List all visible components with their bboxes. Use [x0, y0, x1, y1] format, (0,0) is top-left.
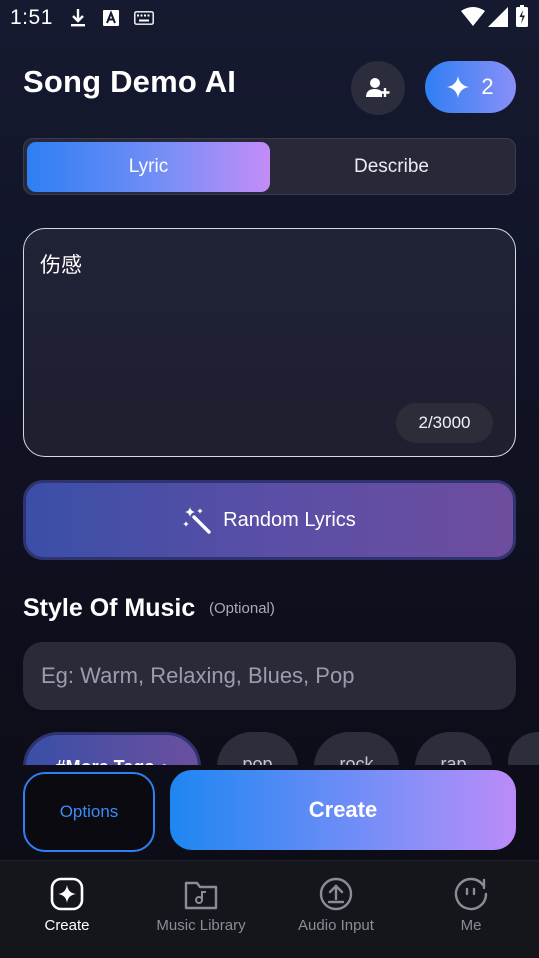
- random-lyrics-label: Random Lyrics: [223, 508, 356, 531]
- nav-label: Audio Input: [298, 917, 374, 934]
- tag-chip[interactable]: rock: [314, 732, 399, 765]
- signal-icon: [488, 7, 508, 27]
- bottom-nav: Create Music Library Audio Input Me: [0, 860, 539, 958]
- random-lyrics-button[interactable]: Random Lyrics: [23, 480, 516, 560]
- tag-label: rock: [339, 754, 374, 765]
- options-button[interactable]: Options: [23, 772, 155, 852]
- app-title: Song Demo AI: [23, 64, 237, 99]
- face-icon: [454, 877, 488, 911]
- create-button[interactable]: Create: [170, 770, 516, 850]
- lyrics-value: 伤感: [40, 254, 82, 277]
- tag-label: rap: [440, 754, 467, 765]
- create-icon: [50, 877, 84, 911]
- nav-label: Me: [460, 917, 482, 934]
- tag-label: pop: [242, 754, 273, 765]
- font-a-icon: [103, 10, 119, 26]
- tags-row: #More Tags › pop rock rap: [0, 732, 539, 765]
- style-section-title: Style Of Music: [23, 594, 196, 622]
- nav-label: Music Library: [156, 917, 246, 934]
- char-count-badge: 2/3000: [396, 403, 493, 443]
- more-tags-label: #More Tags: [56, 757, 155, 765]
- style-input[interactable]: [23, 642, 516, 710]
- tab-lyric[interactable]: Lyric: [27, 142, 270, 192]
- tag-chip[interactable]: rap: [415, 732, 492, 765]
- nav-label: Create: [44, 917, 90, 934]
- tag-chip[interactable]: [508, 732, 539, 765]
- style-optional-label: (Optional): [209, 600, 275, 617]
- nav-item-music-library[interactable]: Music Library: [136, 877, 266, 934]
- tag-chip[interactable]: pop: [217, 732, 298, 765]
- upload-icon: [319, 877, 353, 911]
- more-tags-button[interactable]: #More Tags ›: [23, 732, 201, 765]
- tab-describe[interactable]: Describe: [270, 142, 513, 192]
- magic-wand-icon: [183, 507, 211, 534]
- credits-count: 2: [481, 74, 494, 99]
- chevron-right-icon: ›: [162, 757, 168, 765]
- nav-item-audio-input[interactable]: Audio Input: [271, 877, 401, 934]
- add-user-icon: [366, 78, 390, 97]
- sparkle-icon: [447, 76, 470, 98]
- wifi-icon: [461, 7, 485, 26]
- download-icon: [71, 9, 85, 27]
- battery-icon: [516, 5, 528, 27]
- nav-item-create[interactable]: Create: [2, 877, 132, 934]
- add-user-button[interactable]: [351, 61, 405, 115]
- nav-item-me[interactable]: Me: [406, 877, 536, 934]
- keyboard-icon: [134, 11, 154, 25]
- status-time: 1:51: [10, 6, 53, 29]
- mode-tabs: Lyric Describe: [23, 138, 516, 195]
- music-folder-icon: [184, 881, 218, 910]
- credits-button[interactable]: 2: [425, 61, 516, 113]
